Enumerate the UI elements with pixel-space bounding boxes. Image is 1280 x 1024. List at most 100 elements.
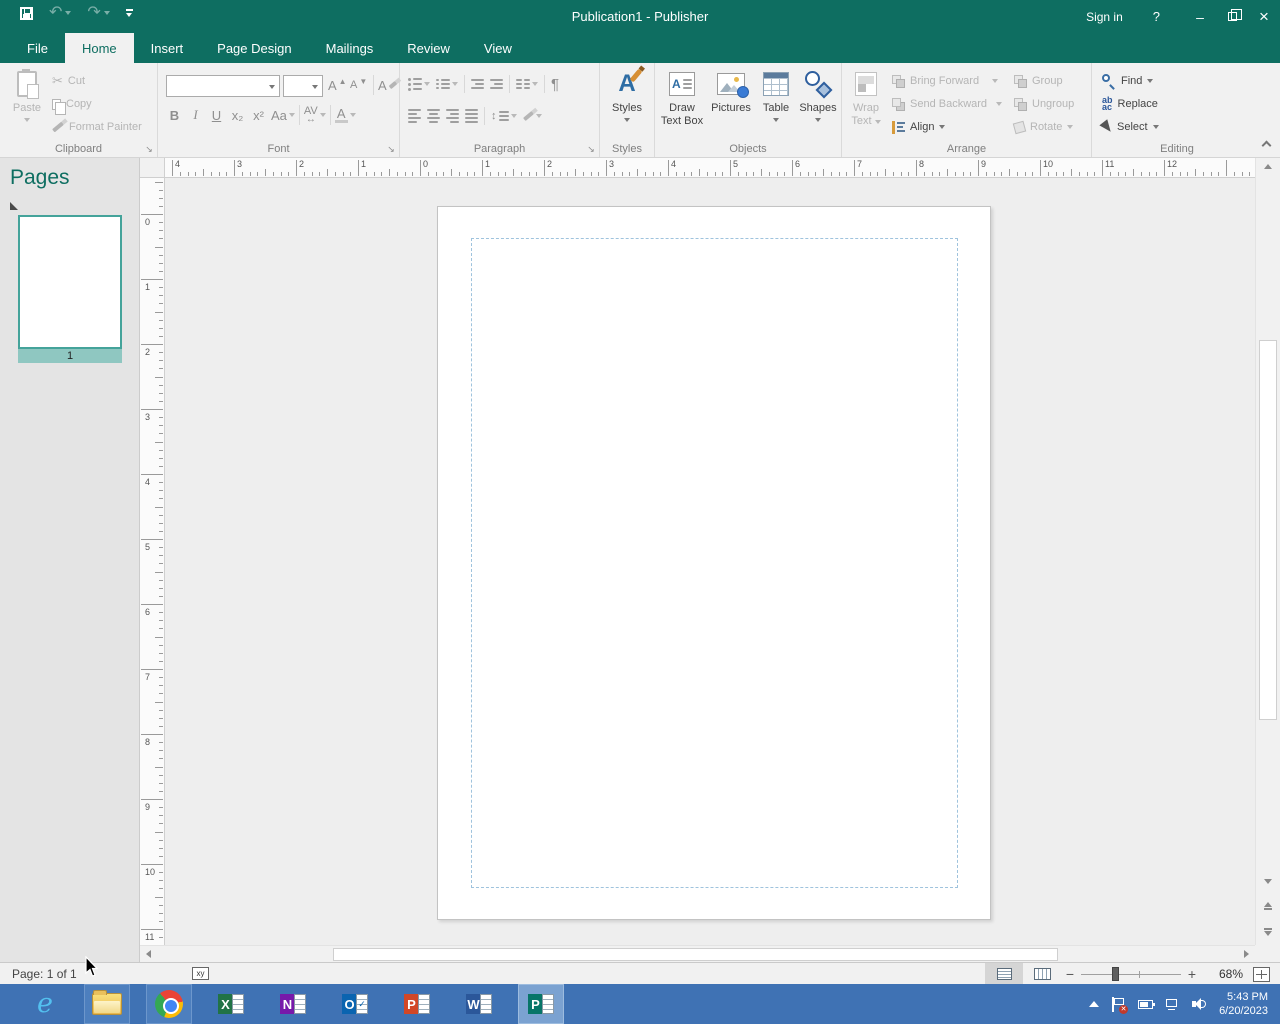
vertical-ruler[interactable]: 01234567891011 — [140, 178, 165, 945]
scroll-right-button[interactable] — [1238, 946, 1255, 962]
tab-insert[interactable]: Insert — [134, 33, 201, 63]
draw-text-box-button[interactable]: A Draw Text Box — [657, 69, 707, 128]
page-indicator[interactable]: Page: 1 of 1 — [12, 967, 77, 981]
copy-button[interactable]: Copy — [52, 94, 92, 114]
italic-button[interactable]: I — [187, 105, 204, 125]
bold-button[interactable]: B — [166, 105, 183, 125]
taskbar-item-excel[interactable]: X — [208, 984, 254, 1024]
tab-view[interactable]: View — [467, 33, 529, 63]
minimize-button[interactable]: – — [1184, 0, 1216, 33]
horizontal-ruler[interactable]: 43210123456789101112 — [140, 158, 1255, 178]
taskbar-item-outlook[interactable]: O✓ — [332, 984, 378, 1024]
zoom-level[interactable]: 68% — [1201, 967, 1243, 981]
find-button[interactable]: Find — [1102, 71, 1153, 91]
taskbar-item-publisher[interactable]: P — [518, 984, 564, 1024]
cut-button[interactable]: ✂ Cut — [52, 71, 85, 91]
tab-mailings[interactable]: Mailings — [309, 33, 391, 63]
send-backward-button[interactable]: Send Backward — [892, 94, 1002, 114]
numbering-button[interactable] — [436, 79, 458, 89]
font-dialog-launcher-icon[interactable]: ↘ — [385, 143, 397, 155]
justify-button[interactable] — [465, 109, 478, 123]
zoom-slider[interactable] — [1081, 966, 1181, 982]
save-icon[interactable] — [20, 7, 33, 20]
previous-page-button[interactable] — [1256, 894, 1280, 917]
redo-button[interactable]: ↷ — [87, 5, 109, 21]
select-button[interactable]: Select — [1102, 117, 1159, 137]
publication-page[interactable] — [437, 206, 991, 920]
vertical-scrollbar[interactable] — [1255, 158, 1280, 945]
pictures-button[interactable]: Pictures — [707, 69, 755, 115]
help-icon[interactable]: ? — [1153, 9, 1160, 24]
taskbar-item-chrome[interactable] — [146, 984, 192, 1024]
zoom-in-button[interactable]: + — [1183, 966, 1201, 982]
align-left-button[interactable] — [408, 109, 421, 123]
taskbar-item-onenote[interactable]: N — [270, 984, 316, 1024]
tab-file[interactable]: File — [10, 33, 65, 63]
underline-button[interactable]: U — [208, 105, 225, 125]
vertical-scroll-thumb[interactable] — [1259, 340, 1277, 720]
format-painter-button[interactable]: Format Painter — [52, 117, 142, 137]
decrease-indent-button[interactable] — [471, 79, 484, 89]
align-center-button[interactable] — [427, 109, 440, 123]
collapse-pane-icon[interactable] — [10, 202, 18, 210]
line-spacing-button[interactable]: ↕ — [491, 110, 517, 122]
change-case-button[interactable]: Aa — [271, 105, 295, 125]
tab-review[interactable]: Review — [390, 33, 467, 63]
power-icon[interactable] — [1138, 1000, 1153, 1009]
character-spacing-button[interactable]: AV↔ — [304, 105, 326, 125]
sign-in-link[interactable]: Sign in — [1086, 10, 1123, 24]
page-1-thumbnail[interactable] — [18, 215, 122, 349]
customize-quick-access-toolbar-button[interactable] — [126, 9, 133, 17]
scroll-left-button[interactable] — [140, 946, 157, 962]
single-page-view-button[interactable] — [985, 963, 1023, 985]
horizontal-scroll-thumb[interactable] — [333, 948, 1058, 961]
two-page-spread-button[interactable] — [1023, 963, 1061, 985]
shapes-button[interactable]: Shapes — [795, 69, 841, 122]
decrease-font-size-button[interactable]: A▼ — [350, 75, 367, 95]
close-button[interactable]: × — [1248, 0, 1280, 33]
table-button[interactable]: Table — [755, 69, 797, 122]
paragraph-dialog-launcher-icon[interactable]: ↘ — [585, 143, 597, 155]
font-color-button[interactable]: A — [335, 105, 356, 125]
wrap-text-button[interactable]: Wrap Text — [846, 69, 886, 128]
scroll-up-button[interactable] — [1256, 158, 1280, 175]
restore-button[interactable] — [1216, 0, 1248, 33]
align-right-button[interactable] — [446, 109, 459, 123]
scroll-down-button[interactable] — [1256, 873, 1280, 890]
taskbar-item-internet-explorer[interactable]: e — [22, 984, 68, 1024]
tab-home[interactable]: Home — [65, 33, 134, 63]
zoom-slider-thumb[interactable] — [1112, 967, 1119, 981]
increase-indent-button[interactable] — [490, 79, 503, 89]
network-icon[interactable] — [1166, 999, 1179, 1010]
bring-forward-button[interactable]: Bring Forward — [892, 71, 998, 91]
fit-page-button[interactable] — [1253, 967, 1270, 982]
horizontal-scrollbar[interactable] — [140, 945, 1255, 962]
rotate-button[interactable]: Rotate — [1014, 117, 1073, 137]
clipboard-dialog-launcher-icon[interactable]: ↘ — [143, 143, 155, 155]
paste-button[interactable]: Paste — [8, 69, 46, 122]
borders-button[interactable] — [523, 114, 542, 118]
font-name-combo[interactable] — [166, 75, 280, 97]
columns-button[interactable] — [516, 79, 538, 89]
undo-button[interactable]: ↶ — [49, 5, 71, 21]
taskbar-item-word[interactable]: W — [456, 984, 502, 1024]
next-page-button[interactable] — [1256, 920, 1280, 943]
superscript-button[interactable]: x² — [250, 105, 267, 125]
align-button[interactable]: Align — [892, 117, 945, 137]
increase-font-size-button[interactable]: A▲ — [328, 75, 347, 95]
subscript-button[interactable]: x₂ — [229, 105, 246, 125]
show-hidden-icons-icon[interactable] — [1089, 1001, 1099, 1007]
ungroup-button[interactable]: Ungroup — [1014, 94, 1074, 114]
tab-page-design[interactable]: Page Design — [200, 33, 308, 63]
taskbar-clock[interactable]: 5:43 PM 6/20/2023 — [1219, 990, 1272, 1018]
volume-icon[interactable] — [1192, 998, 1206, 1010]
styles-button[interactable]: A Styles — [605, 69, 649, 122]
font-size-combo[interactable] — [283, 75, 323, 97]
group-button[interactable]: Group — [1014, 71, 1063, 91]
zoom-out-button[interactable]: − — [1061, 966, 1079, 982]
canvas[interactable] — [165, 178, 1255, 945]
taskbar-item-file-explorer[interactable] — [84, 984, 130, 1024]
page-1-thumbnail-label[interactable]: 1 — [18, 349, 122, 363]
bullets-button[interactable] — [408, 78, 430, 91]
collapse-ribbon-icon[interactable] — [1262, 141, 1272, 151]
